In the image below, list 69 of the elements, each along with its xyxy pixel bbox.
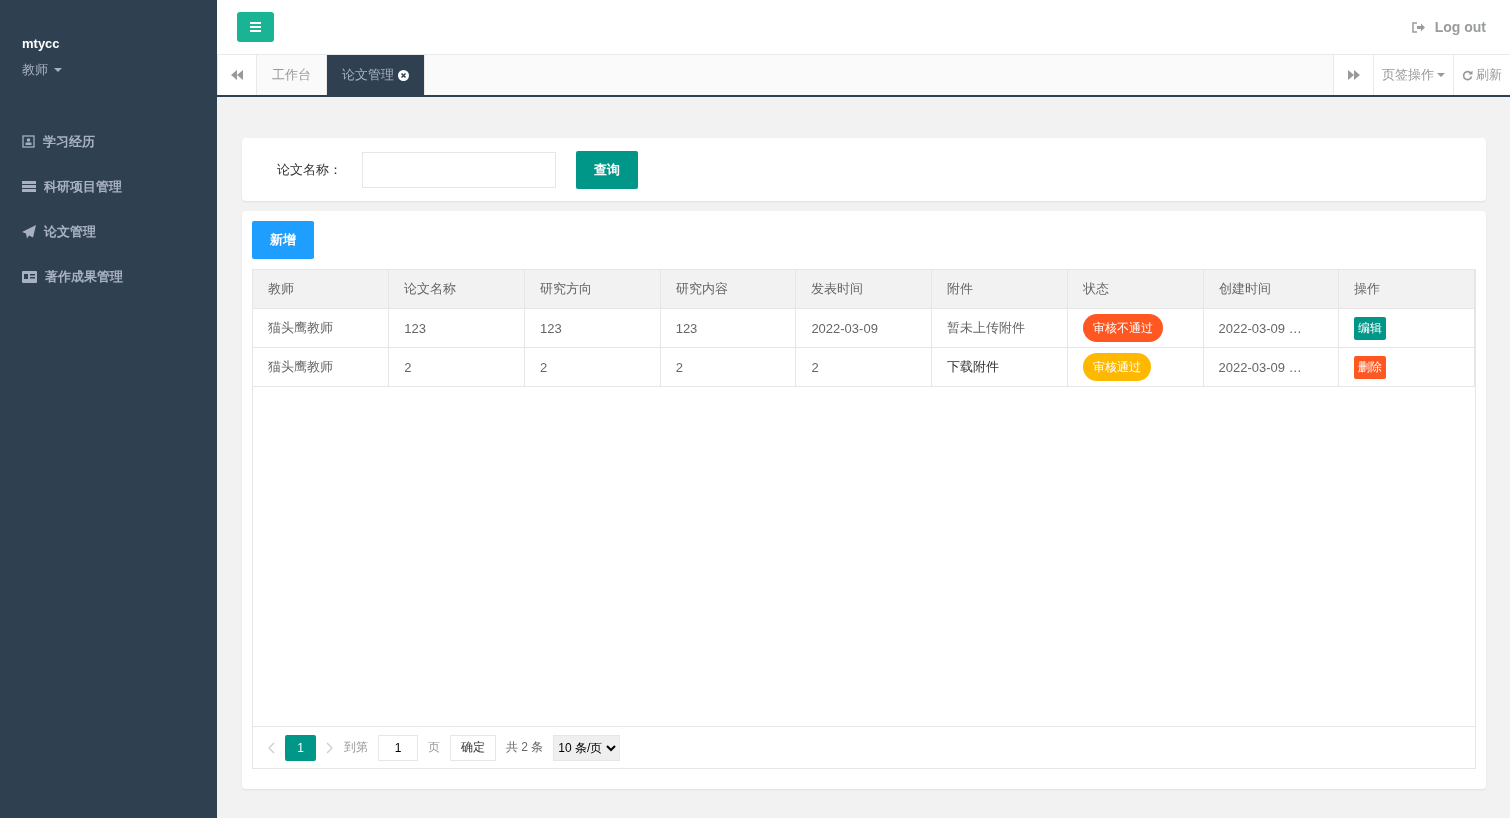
search-label: 论文名称： xyxy=(277,160,342,179)
title-input-field[interactable] xyxy=(362,151,556,188)
sidebar-item-label: 著作成果管理 xyxy=(45,267,123,286)
double-left-icon xyxy=(231,70,243,80)
column-header: 创建时间 xyxy=(1203,270,1339,309)
table-cell: 2 xyxy=(539,359,548,375)
query-button[interactable]: 查询 xyxy=(576,150,638,189)
table-cell: 猫头鹰教师 xyxy=(268,320,333,335)
column-header: 操作 xyxy=(1338,270,1475,309)
confirm-button[interactable]: 确定 xyxy=(450,734,496,761)
menu-button[interactable] xyxy=(237,12,274,42)
table-cell: 猫头鹰教师 xyxy=(268,359,333,374)
table-cell: 2022-03-09 … xyxy=(1218,359,1302,375)
table-cell: 2 xyxy=(811,359,819,375)
role-dropdown[interactable]: 教师 xyxy=(22,61,195,79)
status-badge: 审核不通过 xyxy=(1082,314,1163,342)
page-tab[interactable]: 论文管理 xyxy=(327,55,425,95)
sidebar-item[interactable]: 科研项目管理 xyxy=(0,164,217,209)
id-card-icon xyxy=(22,270,37,283)
column-header: 发表时间 xyxy=(795,270,932,309)
table-cell: 2022-03-09 xyxy=(811,320,878,336)
status-badge: 审核通过 xyxy=(1082,353,1151,381)
total-count: 共 2 条 xyxy=(506,739,544,756)
table-cell: 123 xyxy=(404,320,426,336)
add-button[interactable]: 新增 xyxy=(252,221,314,259)
paper-plane-icon xyxy=(22,224,36,239)
sign-out-icon xyxy=(1411,21,1425,33)
sidebar-item-label: 论文管理 xyxy=(44,222,96,241)
sidebar-item[interactable]: 论文管理 xyxy=(0,209,217,254)
column-header: 研究方向 xyxy=(524,270,661,309)
sidebar-item[interactable]: 学习经历 xyxy=(0,119,217,164)
chevron-left-icon xyxy=(267,741,275,754)
page-unit-label: 页 xyxy=(428,739,440,756)
sidebar-item-label: 学习经历 xyxy=(43,132,95,151)
double-right-icon xyxy=(1347,70,1360,80)
menu-icon xyxy=(250,22,261,32)
table-cell: 2 xyxy=(675,359,683,375)
page-input-field[interactable]: 1 xyxy=(378,734,418,761)
chevron-right-icon xyxy=(326,741,334,754)
contact-card-icon xyxy=(22,135,35,148)
column-header: 论文名称 xyxy=(388,270,525,309)
list-icon xyxy=(22,181,36,192)
table-cell: 123 xyxy=(675,320,698,336)
next-page-button[interactable] xyxy=(326,741,334,754)
close-icon[interactable] xyxy=(398,69,409,81)
edit-button[interactable]: 编辑 xyxy=(1354,316,1387,340)
goto-label: 到第 xyxy=(344,739,368,756)
column-header: 状态 xyxy=(1067,270,1204,309)
user-name: mtycc xyxy=(22,36,61,51)
column-header: 教师 xyxy=(253,270,389,309)
page-number[interactable]: 1 xyxy=(285,734,316,761)
tab-options-dropdown[interactable]: 页签操作 xyxy=(1373,55,1453,95)
scroll-right-button[interactable] xyxy=(1333,55,1373,95)
table-cell: 2 xyxy=(404,359,412,375)
sidebar-item[interactable]: 著作成果管理 xyxy=(0,254,217,299)
sidebar-item-label: 科研项目管理 xyxy=(44,177,122,196)
previous-page-button[interactable] xyxy=(267,741,275,754)
delete-button[interactable]: 删除 xyxy=(1354,355,1387,379)
column-header: 附件 xyxy=(931,270,1068,309)
refresh-icon xyxy=(1462,69,1473,81)
download-link[interactable]: 下载附件 xyxy=(947,359,1000,374)
table-cell: 暂未上传附件 xyxy=(947,320,1026,335)
column-header: 研究内容 xyxy=(660,270,796,309)
refresh-button[interactable]: 刷新 xyxy=(1453,55,1510,95)
scroll-left-button[interactable] xyxy=(217,55,257,95)
table-cell: 2022-03-09 … xyxy=(1218,320,1302,336)
page-size-select[interactable]: 10 条/页 xyxy=(553,734,621,761)
table-cell: 123 xyxy=(539,320,562,336)
logout-link[interactable]: Log out xyxy=(1411,19,1486,35)
